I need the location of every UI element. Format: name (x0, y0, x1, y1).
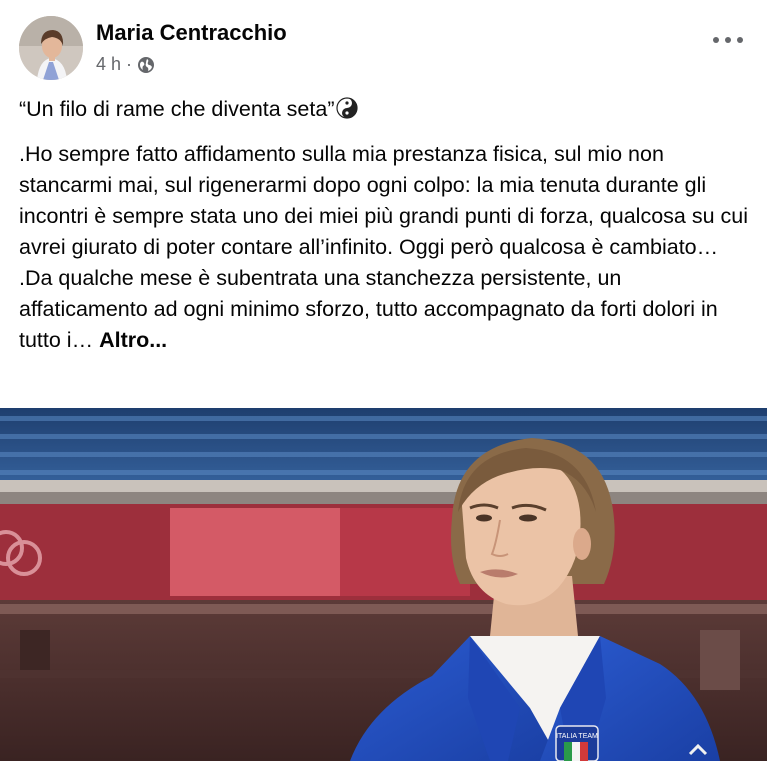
author-name[interactable]: Maria Centracchio (96, 20, 287, 46)
patch-text: ITALIA TEAM (556, 733, 598, 740)
post-quote: “Un filo di rame che diventa seta” (19, 94, 749, 125)
post-paragraph-2: .Da qualche mese è subentrata una stanch… (19, 263, 749, 356)
meta-separator: · (126, 54, 133, 74)
see-more-link[interactable]: Altro... (99, 328, 167, 352)
post-header: Maria Centracchio 4 h · (0, 0, 767, 90)
globe-icon (137, 56, 155, 74)
more-dot (737, 37, 743, 43)
post-timestamp[interactable]: 4 h (96, 54, 121, 75)
yin-yang-icon (336, 97, 359, 119)
post-meta: 4 h · (96, 54, 155, 75)
more-dot (713, 37, 719, 43)
quote-text: “Un filo di rame che diventa seta” (19, 97, 335, 121)
post-photo[interactable]: ITALIA TEAM (0, 408, 767, 761)
author-avatar[interactable] (19, 16, 83, 80)
more-dot (725, 37, 731, 43)
post-paragraph-1: .Ho sempre fatto affidamento sulla mia p… (19, 142, 749, 259)
more-options-icon[interactable] (713, 30, 743, 50)
post-body: “Un filo di rame che diventa seta” .Ho s… (19, 94, 749, 356)
